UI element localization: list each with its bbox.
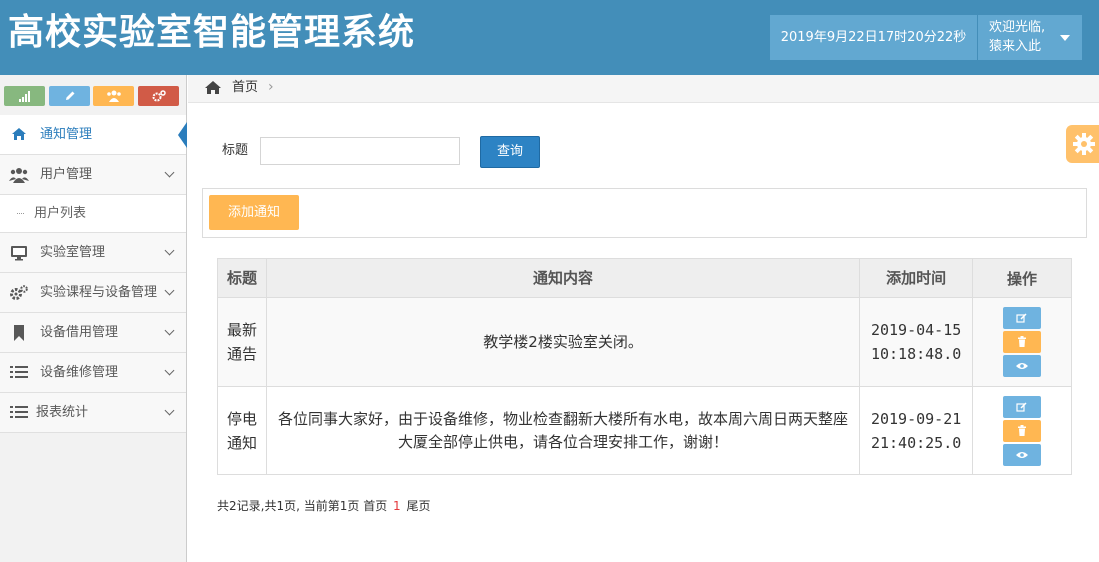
shortcut-signal-button[interactable] <box>4 86 45 106</box>
chevron-down-icon <box>164 365 175 376</box>
edit-button[interactable] <box>1003 395 1042 418</box>
welcome-text: 欢迎光临, <box>989 20 1046 35</box>
list-icon <box>9 365 29 381</box>
search-button[interactable]: 查询 <box>480 136 540 168</box>
table-header-row: 标题 通知内容 添加时间 操作 <box>217 258 1072 298</box>
pencil-icon <box>65 91 74 100</box>
active-indicator <box>178 122 187 148</box>
sidebar-subitem-label: 用户列表 <box>34 206 87 221</box>
cell-title: 停电通知 <box>217 386 267 475</box>
table-row: 最新通告 教学楼2楼实验室关闭。 2019-04-15 10:18:48.0 <box>217 297 1072 387</box>
cell-actions <box>972 297 1072 387</box>
sidebar-item-course-equipment[interactable]: 实验课程与设备管理 <box>0 273 186 313</box>
column-header-content: 通知内容 <box>265 258 861 298</box>
username: 猿来入此 <box>989 39 1042 54</box>
pagination-current-page[interactable]: 1 <box>391 499 403 513</box>
trash-icon <box>1018 336 1027 347</box>
tree-dash <box>17 213 24 214</box>
trash-icon <box>1018 424 1027 436</box>
cell-actions <box>972 386 1072 475</box>
sidebar-item-label: 通知管理 <box>40 127 93 142</box>
chevron-right-icon: › <box>268 79 274 95</box>
chevron-down-icon <box>164 245 175 256</box>
app-title: 高校实验室智能管理系统 <box>8 12 416 53</box>
sidebar-subitem-user-list[interactable]: 用户列表 <box>0 195 186 233</box>
search-title-input[interactable] <box>260 137 460 165</box>
delete-button[interactable] <box>1003 331 1042 353</box>
users-icon <box>9 167 29 183</box>
cell-content: 教学楼2楼实验室关闭。 <box>265 297 861 387</box>
edit-button[interactable] <box>1003 307 1042 329</box>
user-menu[interactable]: 欢迎光临, 猿来入此 <box>978 15 1082 60</box>
sidebar-item-notice[interactable]: 通知管理 <box>0 115 187 155</box>
pagination-last-link[interactable]: 尾页 <box>407 499 431 513</box>
sidebar-item-label: 用户管理 <box>40 167 93 182</box>
chevron-down-icon <box>164 325 175 336</box>
top-header: 高校实验室智能管理系统 2019年9月22日17时20分22秒 欢迎光临, 猿来… <box>0 0 1099 75</box>
sidebar-item-label: 设备借用管理 <box>40 325 119 340</box>
column-header-time: 添加时间 <box>859 258 974 298</box>
gear-icon <box>1073 133 1095 155</box>
sidebar-item-label: 实验课程与设备管理 <box>40 285 158 300</box>
column-header-title: 标题 <box>217 258 267 298</box>
cell-title: 最新通告 <box>217 297 267 387</box>
sidebar-item-label: 实验室管理 <box>40 245 106 260</box>
caret-down-icon <box>1060 35 1070 41</box>
table-row: 停电通知 各位同事大家好，由于设备维修，物业检查翻新大楼所有水电，故本周六周日两… <box>217 386 1072 475</box>
action-toolbar: 添加通知 <box>202 188 1087 238</box>
sidebar-item-borrow[interactable]: 设备借用管理 <box>0 313 186 353</box>
sidebar-item-lab[interactable]: 实验室管理 <box>0 233 186 273</box>
sidebar-item-label: 报表统计 <box>36 405 89 420</box>
add-notice-button[interactable]: 添加通知 <box>209 195 299 230</box>
sidebar: 通知管理 用户管理 用户列表 实验室管理 实验课程与设备管理 设备借用管理 设备… <box>0 75 187 562</box>
shortcut-cogs-button[interactable] <box>138 86 179 106</box>
home-icon <box>9 127 29 143</box>
view-button[interactable] <box>1003 443 1042 466</box>
search-title-label: 标题 <box>222 143 249 158</box>
desktop-icon <box>9 245 29 261</box>
cell-time: 2019-04-15 10:18:48.0 <box>859 297 974 387</box>
shortcut-pencil-button[interactable] <box>49 86 90 106</box>
cogs-icon <box>152 90 166 102</box>
pagination-summary: 共2记录,共1页, 当前第1页 <box>217 499 360 513</box>
sidebar-item-repair[interactable]: 设备维修管理 <box>0 353 186 393</box>
chevron-down-icon <box>164 285 175 296</box>
breadcrumb: 首页 › <box>188 75 1099 103</box>
edit-icon <box>1016 313 1027 323</box>
users-icon <box>106 90 121 102</box>
header-datetime: 2019年9月22日17时20分22秒 <box>770 15 977 60</box>
chevron-down-icon <box>164 405 175 416</box>
chevron-down-icon <box>164 167 175 178</box>
cogs-icon <box>9 285 29 301</box>
settings-toggle-button[interactable] <box>1066 125 1099 163</box>
shortcut-users-button[interactable] <box>93 86 134 106</box>
list-icon <box>9 405 29 421</box>
bookmark-icon <box>9 325 29 341</box>
notice-table: 标题 通知内容 添加时间 操作 最新通告 教学楼2楼实验室关闭。 2019-04… <box>217 258 1072 475</box>
home-icon[interactable] <box>204 80 221 96</box>
pagination: 共2记录,共1页, 当前第1页 首页 1 尾页 <box>217 497 431 515</box>
sidebar-item-label: 设备维修管理 <box>40 365 119 380</box>
delete-button[interactable] <box>1003 419 1042 442</box>
eye-icon <box>1016 363 1029 369</box>
sidebar-item-users[interactable]: 用户管理 <box>0 155 186 195</box>
sidebar-shortcuts <box>0 75 186 115</box>
edit-icon <box>1016 401 1027 412</box>
view-button[interactable] <box>1003 355 1042 377</box>
cell-time: 2019-09-21 21:40:25.0 <box>859 386 974 475</box>
cell-content: 各位同事大家好，由于设备维修，物业检查翻新大楼所有水电，故本周六周日两天整座大厦… <box>265 386 861 475</box>
breadcrumb-home-link[interactable]: 首页 <box>232 80 258 96</box>
sidebar-item-reports[interactable]: 报表统计 <box>0 393 186 433</box>
column-header-actions: 操作 <box>972 258 1072 298</box>
pagination-first-link[interactable]: 首页 <box>363 499 387 513</box>
signal-icon <box>18 91 30 102</box>
eye-icon <box>1016 451 1029 458</box>
